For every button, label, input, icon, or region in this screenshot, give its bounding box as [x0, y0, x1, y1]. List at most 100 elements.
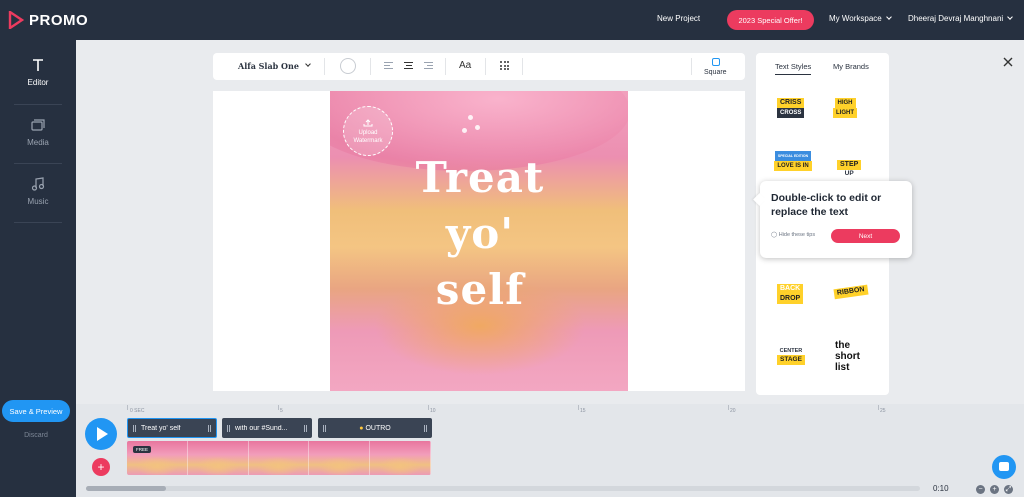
- drag-handle-icon[interactable]: [424, 424, 427, 432]
- timeline-clip[interactable]: ● OUTRO: [318, 418, 432, 438]
- divider: [485, 58, 486, 75]
- divider: [14, 222, 62, 223]
- drag-handle-icon[interactable]: [323, 424, 326, 432]
- text-case-button[interactable]: Aa: [459, 60, 471, 71]
- hide-tips-checkbox[interactable]: ◯ Hide these tips: [771, 232, 815, 238]
- grid-icon[interactable]: [500, 61, 509, 70]
- align-right-icon[interactable]: [424, 62, 433, 71]
- style-ribbon[interactable]: RIBBON: [833, 284, 869, 300]
- media-thumbnail: [187, 441, 249, 475]
- style-top-text: CRISS: [777, 98, 805, 108]
- chevron-down-icon[interactable]: [305, 61, 311, 67]
- promo-logo[interactable]: PROMO: [8, 10, 88, 30]
- divider: [324, 58, 325, 75]
- style-bottom-text: CROSS: [777, 108, 805, 118]
- workspace-menu[interactable]: My Workspace: [829, 14, 892, 23]
- expand-icon[interactable]: ⤢: [1004, 485, 1013, 494]
- upload-watermark-button[interactable]: Upload Watermark: [343, 106, 393, 156]
- divider: [522, 58, 523, 75]
- style-top-text: CENTER: [779, 348, 803, 354]
- style-bottom-text: SPECIAL EDITION: [774, 151, 812, 161]
- media-thumbnail: [248, 441, 310, 475]
- add-slide-button[interactable]: +: [92, 458, 110, 476]
- style-bottom-text: DROP: [777, 294, 804, 304]
- sidebar-item-label: Media: [27, 138, 49, 147]
- drag-handle-icon[interactable]: [208, 424, 211, 432]
- sidebar-item-label: Editor: [27, 78, 49, 87]
- media-icon: [31, 119, 45, 131]
- headline-line: yo': [445, 209, 515, 258]
- sidebar-item-label: Music: [27, 197, 49, 206]
- timeline-scrollbar[interactable]: [86, 486, 920, 491]
- ruler-label: 25: [880, 408, 886, 414]
- ruler-tick: [878, 405, 879, 410]
- free-badge: FREE: [133, 446, 152, 453]
- next-tip-button[interactable]: Next: [831, 229, 900, 243]
- new-project-link[interactable]: New Project: [657, 14, 700, 23]
- ruler-tick: [278, 405, 279, 410]
- sidebar-item-music[interactable]: Music: [0, 177, 76, 206]
- tooltip-message: Double-click to edit or replace the text: [771, 192, 882, 218]
- media-track[interactable]: [127, 441, 431, 475]
- divider: [370, 58, 371, 75]
- align-left-icon[interactable]: [384, 62, 393, 71]
- style-back-drop[interactable]: BACK DROP: [777, 284, 804, 304]
- close-icon[interactable]: [1002, 56, 1014, 68]
- text-t-icon: [33, 59, 43, 71]
- sprinkle: [475, 125, 480, 130]
- sidebar-item-media[interactable]: Media: [0, 118, 76, 147]
- style-top-text: HIGH: [834, 98, 856, 108]
- scrollbar-thumb[interactable]: [86, 486, 166, 491]
- ruler-label: 20: [730, 408, 736, 414]
- timeline-ruler[interactable]: 0 SEC 5 10 15 20 25: [125, 405, 1024, 417]
- ruler-tick: [728, 405, 729, 410]
- drag-handle-icon[interactable]: [304, 424, 307, 432]
- headline-line: Treat: [415, 153, 545, 202]
- timeline-clip[interactable]: with our #Sund...: [222, 418, 312, 438]
- style-center-stage[interactable]: CENTER STAGE: [777, 347, 805, 365]
- style-the-short-list[interactable]: the short list: [835, 340, 869, 373]
- watermark-label: Upload Watermark: [353, 130, 383, 144]
- hide-tips-label: Hide these tips: [778, 232, 816, 238]
- chat-support-icon[interactable]: [992, 455, 1016, 479]
- user-name: Dheeraj Devraj Manghnani: [908, 14, 1004, 23]
- divider: [14, 163, 62, 164]
- save-preview-button[interactable]: Save & Preview: [2, 400, 70, 422]
- clip-label: with our #Sund...: [235, 424, 288, 432]
- clip-label: ● OUTRO: [331, 425, 419, 432]
- style-high-light[interactable]: HIGH LIGHT: [833, 98, 857, 118]
- sidebar-item-editor[interactable]: Editor: [0, 58, 76, 87]
- style-step-up[interactable]: STEP UP: [837, 160, 862, 178]
- drag-handle-icon[interactable]: [133, 424, 136, 432]
- align-center-icon[interactable]: [404, 62, 413, 71]
- play-button[interactable]: [85, 418, 117, 450]
- style-top-text: LOVE IS IN: [774, 161, 812, 171]
- timeline-clip[interactable]: Treat yo' self: [127, 418, 217, 438]
- tab-text-styles[interactable]: Text Styles: [775, 62, 812, 75]
- headline-text[interactable]: Treat yo' self: [380, 150, 580, 318]
- divider: [445, 58, 446, 75]
- brand-name: PROMO: [29, 11, 89, 29]
- text-color-picker[interactable]: [340, 58, 356, 74]
- sprinkle: [468, 115, 473, 120]
- style-top-text: RIBBON: [833, 284, 869, 300]
- ruler-label: 15: [580, 408, 586, 414]
- user-menu[interactable]: Dheeraj Devraj Manghnani: [908, 14, 1014, 23]
- left-sidebar: [0, 40, 76, 497]
- text-toolbar: Alfa Slab One Aa Square: [213, 53, 745, 80]
- ruler-label: 10: [430, 408, 436, 414]
- discard-link[interactable]: Discard: [0, 432, 72, 439]
- aspect-ratio-label[interactable]: Square: [704, 69, 727, 76]
- tab-my-brands[interactable]: My Brands: [833, 62, 869, 71]
- font-select[interactable]: Alfa Slab One: [238, 61, 299, 71]
- sprinkle: [462, 128, 467, 133]
- style-bottom-text: list: [835, 362, 850, 373]
- zoom-in-icon[interactable]: +: [990, 485, 999, 494]
- drag-handle-icon[interactable]: [227, 424, 230, 432]
- special-offer-button[interactable]: 2023 Special Offer!: [727, 10, 814, 30]
- zoom-out-icon[interactable]: −: [976, 485, 985, 494]
- style-top-text: the short: [835, 340, 860, 362]
- style-love-is-in[interactable]: SPECIAL EDITION LOVE IS IN: [774, 151, 812, 171]
- square-ratio-icon[interactable]: [712, 58, 720, 66]
- style-criss-cross[interactable]: CRISS CROSS: [777, 98, 805, 118]
